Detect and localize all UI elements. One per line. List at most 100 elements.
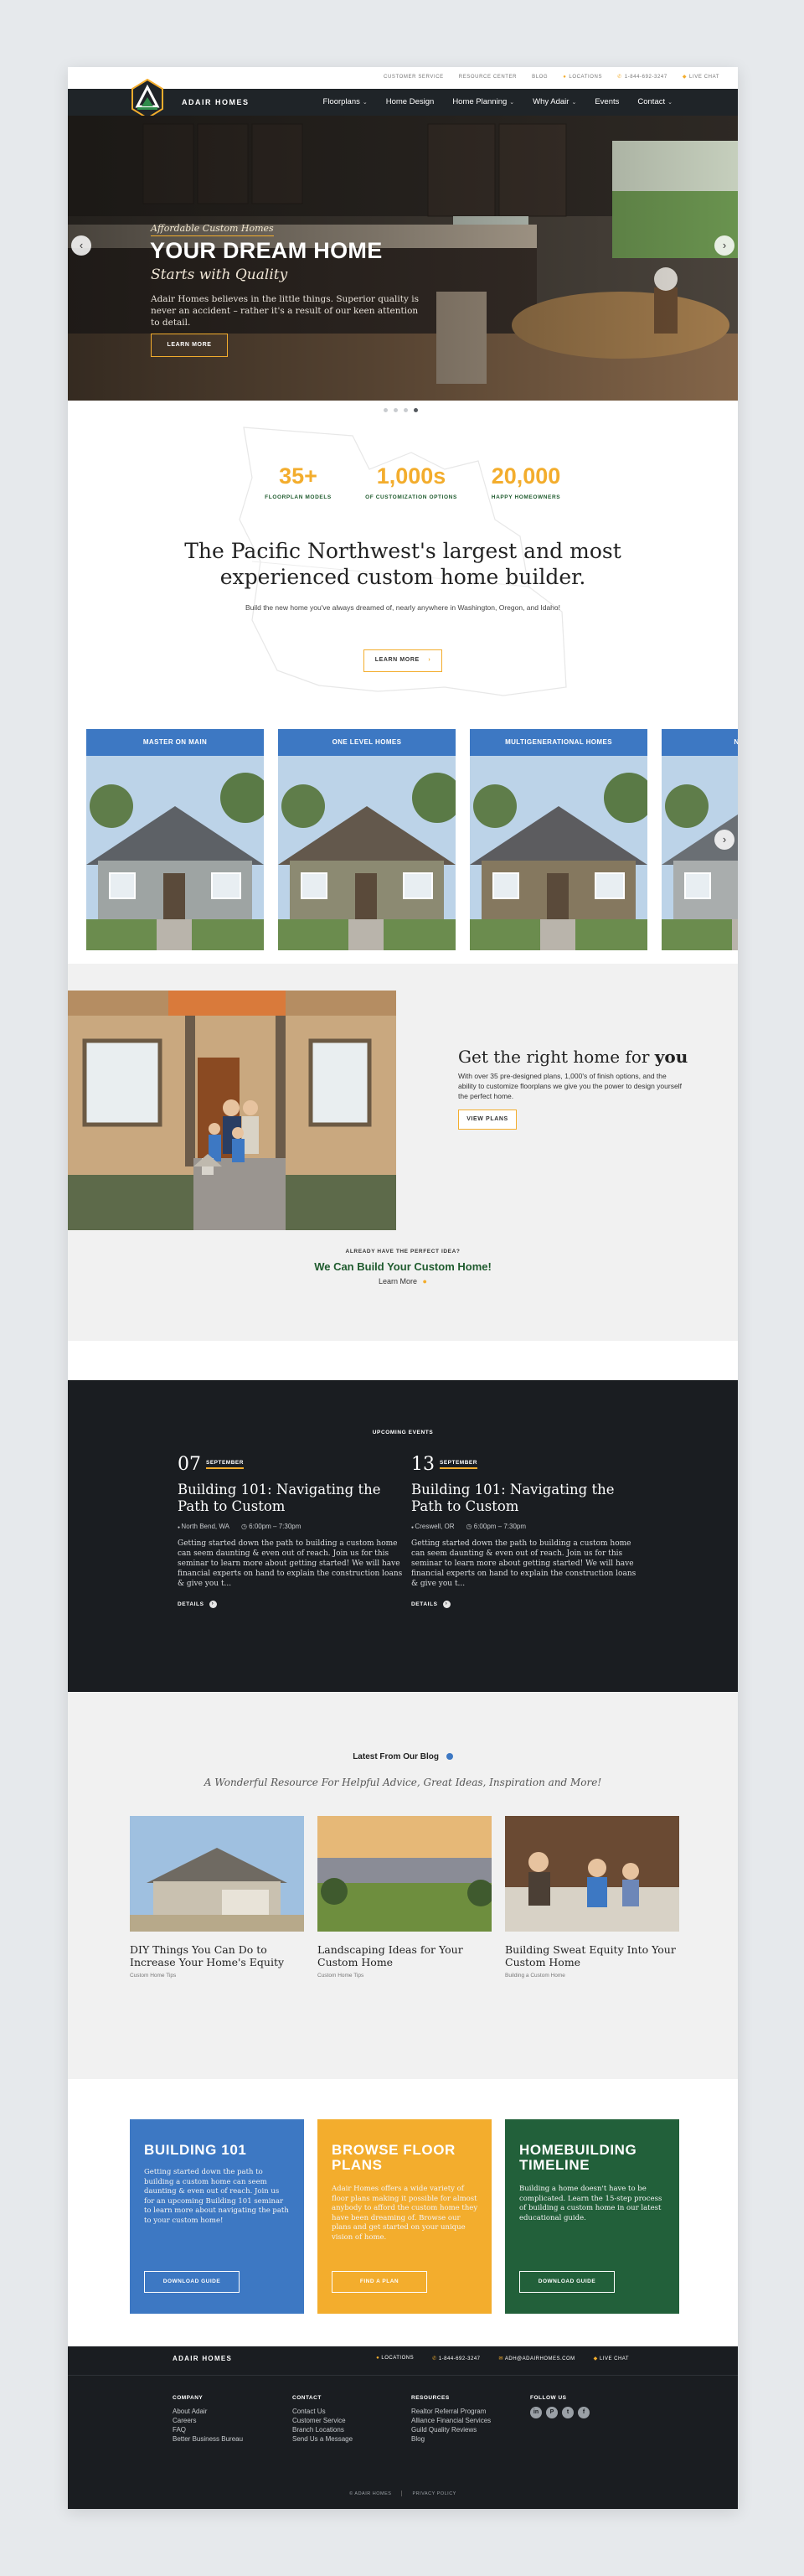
tile-description: Getting started down the path to buildin… — [144, 2168, 289, 2225]
tile-description: Adair Homes offers a wide variety of flo… — [332, 2185, 478, 2242]
twitter-icon[interactable]: t — [562, 2407, 574, 2418]
brand-name[interactable]: ADAIR HOMES — [182, 98, 250, 106]
home-style-card[interactable]: MASTER ON MAIN — [86, 729, 264, 950]
event-title[interactable]: Building 101: Navigating the Path to Cus… — [411, 1482, 637, 1515]
privacy-policy-link[interactable]: PRIVACY POLICY — [413, 2491, 456, 2496]
blog-link[interactable]: BLOG — [532, 74, 548, 80]
chevron-left-icon[interactable]: ‹ — [71, 235, 91, 256]
nav-item-label: Events — [595, 97, 620, 106]
blog-post-image[interactable] — [317, 1816, 492, 1932]
footer-link[interactable]: Realtor Referral Program — [411, 2407, 491, 2416]
pinterest-icon[interactable]: P — [546, 2407, 558, 2418]
event-card[interactable]: 13 SEPTEMBER Building 101: Navigating the … — [411, 1454, 637, 1608]
blog-post-title[interactable]: DIY Things You Can Do to Increase Your H… — [130, 1943, 304, 1968]
footer-phone-link[interactable]: ✆ 1-844-692-3247 — [432, 2356, 480, 2361]
chevron-down-icon: ⌄ — [509, 100, 515, 106]
copyright-text: © ADAIR HOMES — [349, 2491, 392, 2496]
event-details-link[interactable]: DETAILS › — [178, 1601, 404, 1608]
nav-menu: Floorplans ⌄ Home Design Home Planning ⌄ Why … — [323, 97, 673, 106]
house-image — [86, 756, 264, 950]
tile-button[interactable]: FIND A PLAN — [332, 2271, 427, 2293]
blog-post-category[interactable]: Custom Home Tips — [317, 1973, 492, 1979]
blog-post-card[interactable]: Building Sweat Equity Into Your Custom H… — [505, 1816, 679, 1979]
footer-column-heading: COMPANY — [173, 2395, 204, 2401]
footer-link[interactable]: Customer Service — [292, 2416, 353, 2425]
footer-link[interactable]: Send Us a Message — [292, 2434, 353, 2444]
footer-link[interactable]: Careers — [173, 2416, 243, 2425]
locations-link[interactable]: ● LOCATIONS — [563, 74, 602, 80]
chevron-right-icon[interactable]: › — [714, 235, 734, 256]
blog-post-image[interactable] — [130, 1816, 304, 1932]
footer-column-contact: CONTACT Contact Us Customer Service Branch … — [292, 2393, 353, 2444]
footer-link[interactable]: Contact Us — [292, 2407, 353, 2416]
nav-item-floorplans[interactable]: Floorplans ⌄ — [323, 97, 368, 106]
view-plans-button[interactable]: VIEW PLANS — [458, 1110, 517, 1130]
slider-dot-4[interactable] — [414, 408, 418, 412]
nav-item-contact[interactable]: Contact ⌄ — [637, 97, 673, 106]
slider-dot-3[interactable] — [404, 408, 408, 412]
home-style-card[interactable]: MULTIGENERATIONAL HOMES — [470, 729, 647, 950]
house-photo — [470, 756, 647, 950]
footer-divider — [68, 2375, 738, 2376]
tile-button[interactable]: DOWNLOAD GUIDE — [144, 2271, 240, 2293]
live-chat-link[interactable]: ◆ LIVE CHAT — [683, 74, 719, 80]
nav-item-why-adair[interactable]: Why Adair ⌄ — [533, 97, 576, 106]
blog-post-category[interactable]: Building a Custom Home — [505, 1973, 679, 1979]
chevron-down-icon: ⌄ — [667, 100, 673, 106]
footer-link[interactable]: FAQ — [173, 2425, 243, 2434]
blog-post-card[interactable]: DIY Things You Can Do to Increase Your H… — [130, 1816, 304, 1979]
blog-post-title[interactable]: Landscaping Ideas for Your Custom Home — [317, 1943, 492, 1968]
footer-email-link[interactable]: ✉ ADH@ADAIRHOMES.COM — [499, 2356, 575, 2361]
event-title[interactable]: Building 101: Navigating the Path to Cus… — [178, 1482, 404, 1515]
footer-locations-link[interactable]: ● LOCATIONS — [376, 2356, 414, 2361]
carousel-next-chevron-icon[interactable]: › — [714, 830, 734, 850]
footer-link[interactable]: Better Business Bureau — [173, 2434, 243, 2444]
event-date: 13 SEPTEMBER — [411, 1454, 637, 1475]
stat-label: FLOORPLAN MODELS — [265, 494, 332, 500]
tile-title: BROWSE FLOOR PLANS — [332, 2142, 456, 2173]
footer-link[interactable]: About Adair — [173, 2407, 243, 2416]
arrow-right-circle-icon: ● — [422, 1277, 427, 1285]
footer-link[interactable]: Alliance Financial Services — [411, 2416, 491, 2425]
tile-button[interactable]: DOWNLOAD GUIDE — [519, 2271, 615, 2293]
hero-learn-more-button[interactable]: LEARN MORE — [151, 334, 228, 357]
footer-link[interactable]: Guild Quality Reviews — [411, 2425, 491, 2434]
resource-center-link[interactable]: RESOURCE CENTER — [459, 74, 517, 80]
upcoming-events-section: UPCOMING EVENTS 07 SEPTEMBER Building 101:… — [68, 1380, 738, 1692]
phone-icon: ✆ — [617, 75, 622, 80]
nav-item-label: Home Design — [385, 97, 435, 106]
intro-learn-more-button[interactable]: LEARN MORE › — [363, 649, 442, 672]
family-porch-photo — [68, 991, 396, 1230]
arrow-right-circle-icon[interactable] — [446, 1753, 453, 1761]
blog-post-card[interactable]: Landscaping Ideas for Your Custom Home Cu… — [317, 1816, 492, 1979]
linkedin-icon[interactable]: in — [530, 2407, 542, 2418]
page: CUSTOMER SERVICE RESOURCE CENTER BLOG ● L… — [68, 67, 738, 2509]
customer-service-link[interactable]: CUSTOMER SERVICE — [384, 74, 444, 80]
blog-post-title[interactable]: Building Sweat Equity Into Your Custom H… — [505, 1943, 679, 1968]
logo-icon[interactable] — [131, 79, 163, 119]
ideas-learn-more-link[interactable]: Learn More ● — [68, 1277, 738, 1285]
nav-item-label: Floorplans — [322, 97, 360, 106]
event-location: ● Creswell, OR — [411, 1523, 455, 1530]
slider-dot-1[interactable] — [384, 408, 388, 412]
nav-item-home-planning[interactable]: Home Planning ⌄ — [452, 97, 514, 106]
footer-live-chat-link[interactable]: ◆ LIVE CHAT — [594, 2356, 629, 2361]
facebook-icon[interactable]: f — [578, 2407, 590, 2418]
event-card[interactable]: 07 SEPTEMBER Building 101: Navigating the … — [178, 1454, 404, 1608]
footer-link[interactable]: Branch Locations — [292, 2425, 353, 2434]
nav-item-home-design[interactable]: Home Design — [386, 97, 435, 106]
home-style-card[interactable]: ONE LEVEL HOMES — [278, 729, 456, 950]
event-details-link[interactable]: DETAILS › — [411, 1601, 637, 1608]
blog-post-category[interactable]: Custom Home Tips — [130, 1973, 304, 1979]
map-pin-icon: ● — [563, 74, 567, 80]
blog-post-image[interactable] — [505, 1816, 679, 1932]
chevron-right-circle-icon: › — [442, 1601, 451, 1608]
slider-dot-2[interactable] — [394, 408, 398, 412]
footer-link[interactable]: Blog — [411, 2434, 491, 2444]
nav-item-events[interactable]: Events — [595, 97, 619, 106]
footer-brand[interactable]: ADAIR HOMES — [173, 2355, 232, 2362]
right-home-section: Get the right home for you With over 35 … — [68, 964, 738, 1341]
ideas-kicker: ALREADY HAVE THE PERFECT IDEA? — [345, 1249, 461, 1254]
phone-link[interactable]: ✆ 1-844-692-3247 — [617, 74, 667, 80]
event-details-label: DETAILS — [178, 1601, 204, 1607]
